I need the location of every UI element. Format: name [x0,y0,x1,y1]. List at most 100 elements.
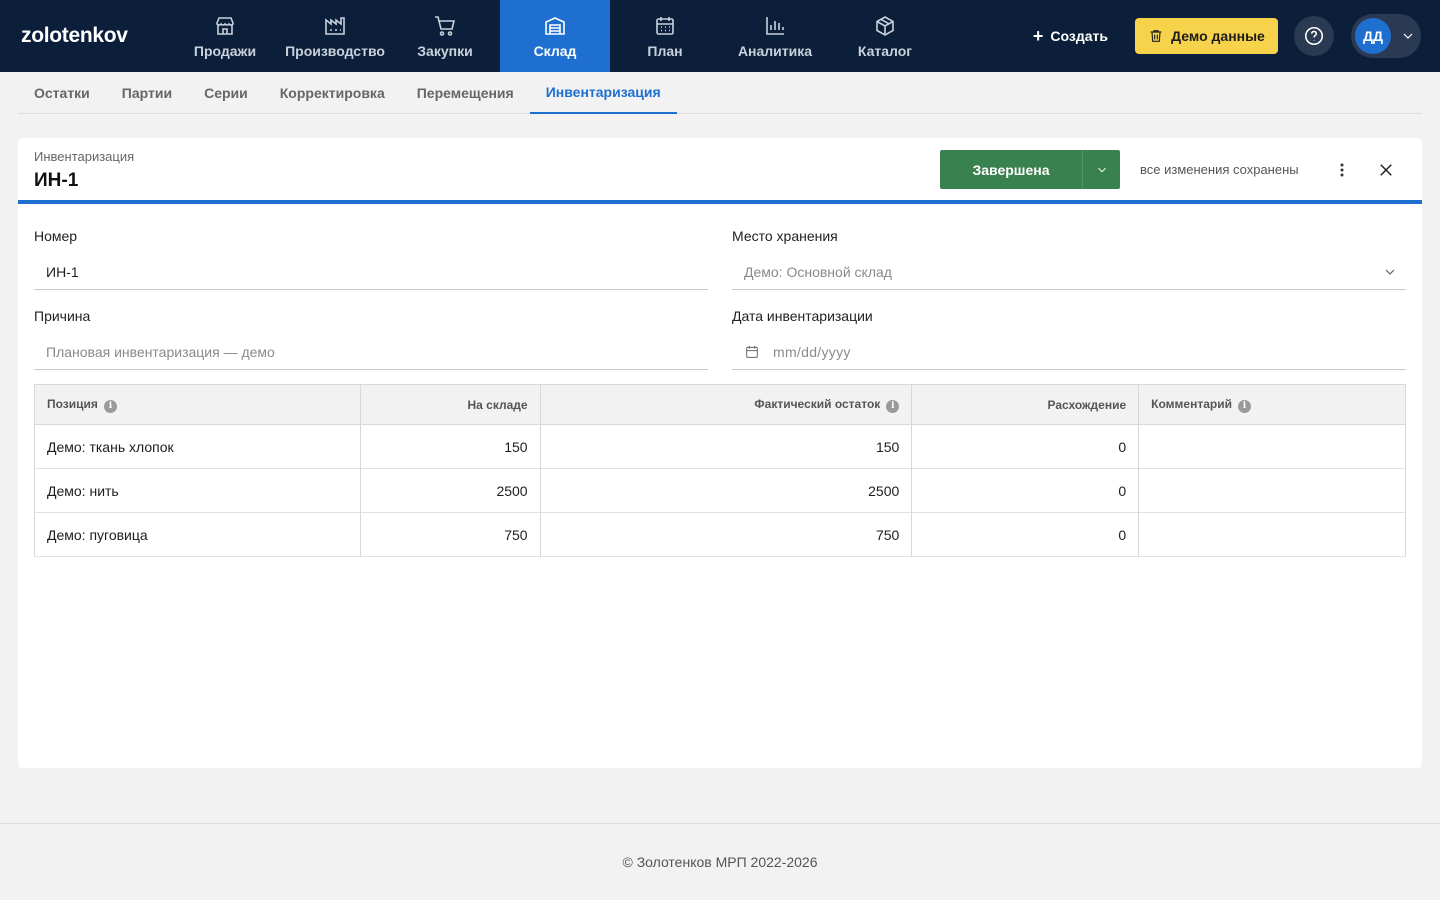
tab-series[interactable]: Серии [188,72,264,114]
warehouse-icon [545,16,565,35]
table-header-row: Позиция i На складе Фактический остаток i … [34,384,1406,425]
app-logo[interactable]: zolotenkov [0,0,170,72]
cell-actual[interactable]: 150 [540,424,913,469]
more-vertical-icon [1340,163,1344,177]
cell-comment[interactable] [1139,425,1406,469]
warehouse-subtabs: Остатки Партии Серии Корректировка Перем… [18,72,1422,114]
nav-item-label: План [647,42,683,59]
column-header-label: Позиция [47,396,98,411]
column-header-label: Фактический остаток [754,396,881,411]
chevron-down-icon [1097,167,1106,172]
nav-item-catalog[interactable]: Каталог [830,0,940,72]
document-header: Инвентаризация ИН-1 Завершена все измене… [18,138,1422,204]
help-icon [1304,26,1324,46]
cell-diff: 0 [911,512,1140,557]
reason-field-label: Причина [34,308,91,324]
page-title: ИН-1 [34,170,79,191]
table-row[interactable]: Демо: ткань хлопок 150 150 0 [34,424,1406,469]
calendar-icon[interactable] [744,344,760,360]
tab-adjustment[interactable]: Корректировка [264,72,401,114]
column-header-label: Комментарий [1151,396,1232,411]
plus-icon: + [1032,26,1044,46]
nav-item-analytics[interactable]: Аналитика [720,0,830,72]
avatar: ДД [1355,18,1391,54]
reason-field: Причина Плановая инвентаризация — демо [34,308,708,370]
document-type-label: Инвентаризация [34,149,135,164]
table-row[interactable]: Демо: пуговица 750 750 0 [34,512,1406,557]
cell-actual[interactable]: 2500 [540,468,913,513]
date-field: Дата инвентаризации mm/dd/yyyy [732,308,1406,370]
store-icon [216,16,234,35]
tab-batches[interactable]: Партии [106,72,188,114]
nav-item-plan[interactable]: План [610,0,720,72]
demo-data-button[interactable]: Демо данные [1135,18,1278,54]
top-navigation-bar: zolotenkov Продажи Производство Закупки … [0,0,1440,72]
column-header-label: На складе [467,397,528,412]
cell-position[interactable]: Демо: ткань хлопок [34,424,361,469]
column-header-in-stock[interactable]: На складе [360,384,541,425]
column-header-diff[interactable]: Расхождение [911,384,1140,425]
location-field-label: Место хранения [732,228,838,244]
location-select-value: Демо: Основной склад [744,263,892,280]
status-caret[interactable] [1082,150,1120,189]
column-header-position[interactable]: Позиция i [34,384,361,425]
tab-inventory[interactable]: Инвентаризация [529,72,677,114]
chevron-down-icon [1403,33,1413,39]
demo-data-button-label: Демо данные [1171,28,1265,44]
tab-stock[interactable]: Остатки [18,72,106,114]
column-header-actual[interactable]: Фактический остаток i [540,384,913,425]
main-nav: Продажи Производство Закупки Склад План … [170,0,940,72]
cell-comment[interactable] [1139,469,1406,513]
nav-item-label: Склад [533,42,577,59]
cell-in-stock: 150 [360,424,541,469]
factory-icon [325,16,345,35]
status-dropdown[interactable]: Завершена [940,150,1120,189]
number-field: Номер ИН-1 [34,228,708,290]
help-button[interactable] [1294,16,1334,56]
info-icon[interactable]: i [103,399,117,413]
location-select[interactable]: Демо: Основной склад [732,254,1406,290]
user-menu-button[interactable]: ДД [1351,14,1421,58]
cell-position[interactable]: Демо: нить [34,468,361,513]
status-label: Завершена [972,161,1050,178]
trash-icon [1150,30,1162,42]
location-field: Место хранения Демо: Основной склад [732,228,1406,290]
inventory-document-card: Инвентаризация ИН-1 Завершена все измене… [18,138,1422,768]
date-input[interactable]: mm/dd/yyyy [732,334,1406,370]
create-button[interactable]: + Создать [1032,26,1108,46]
nav-item-warehouse[interactable]: Склад [500,0,610,72]
info-icon[interactable]: i [886,399,900,413]
chevron-down-icon [1385,269,1395,275]
save-status-text: все изменения сохранены [1140,162,1299,177]
more-options-button[interactable] [1330,158,1354,182]
nav-item-label: Закупки [417,42,473,59]
tab-transfers[interactable]: Перемещения [401,72,530,114]
info-icon[interactable]: i [1237,399,1251,413]
nav-item-purchases[interactable]: Закупки [390,0,500,72]
nav-item-sales[interactable]: Продажи [170,0,280,72]
table-row[interactable]: Демо: нить 2500 2500 0 [34,468,1406,513]
nav-item-label: Аналитика [737,42,813,59]
box-icon [876,15,894,36]
bar-chart-icon [766,16,784,35]
cell-in-stock: 2500 [360,468,541,513]
date-placeholder: mm/dd/yyyy [773,343,851,360]
nav-item-label: Производство [285,42,385,59]
date-field-label: Дата инвентаризации [732,308,873,324]
column-header-comment[interactable]: Комментарий i [1138,384,1406,425]
number-input[interactable]: ИН-1 [34,254,708,290]
footer: © Золотенков МРП 2022-2026 [0,823,1440,900]
cell-actual[interactable]: 750 [540,512,913,557]
close-icon [1380,164,1392,176]
reason-input[interactable]: Плановая инвентаризация — демо [34,334,708,370]
topbar-actions: + Создать Демо данные ДД [1033,0,1440,72]
cell-diff: 0 [911,468,1140,513]
cell-comment[interactable] [1139,513,1406,557]
nav-item-label: Каталог [857,42,913,59]
cell-position[interactable]: Демо: пуговица [34,512,361,557]
cart-icon [435,15,456,36]
inventory-table: Позиция i На складе Фактический остаток i … [34,384,1406,557]
nav-item-production[interactable]: Производство [280,0,390,72]
create-button-label: Создать [1050,28,1108,44]
close-button[interactable] [1374,158,1398,182]
